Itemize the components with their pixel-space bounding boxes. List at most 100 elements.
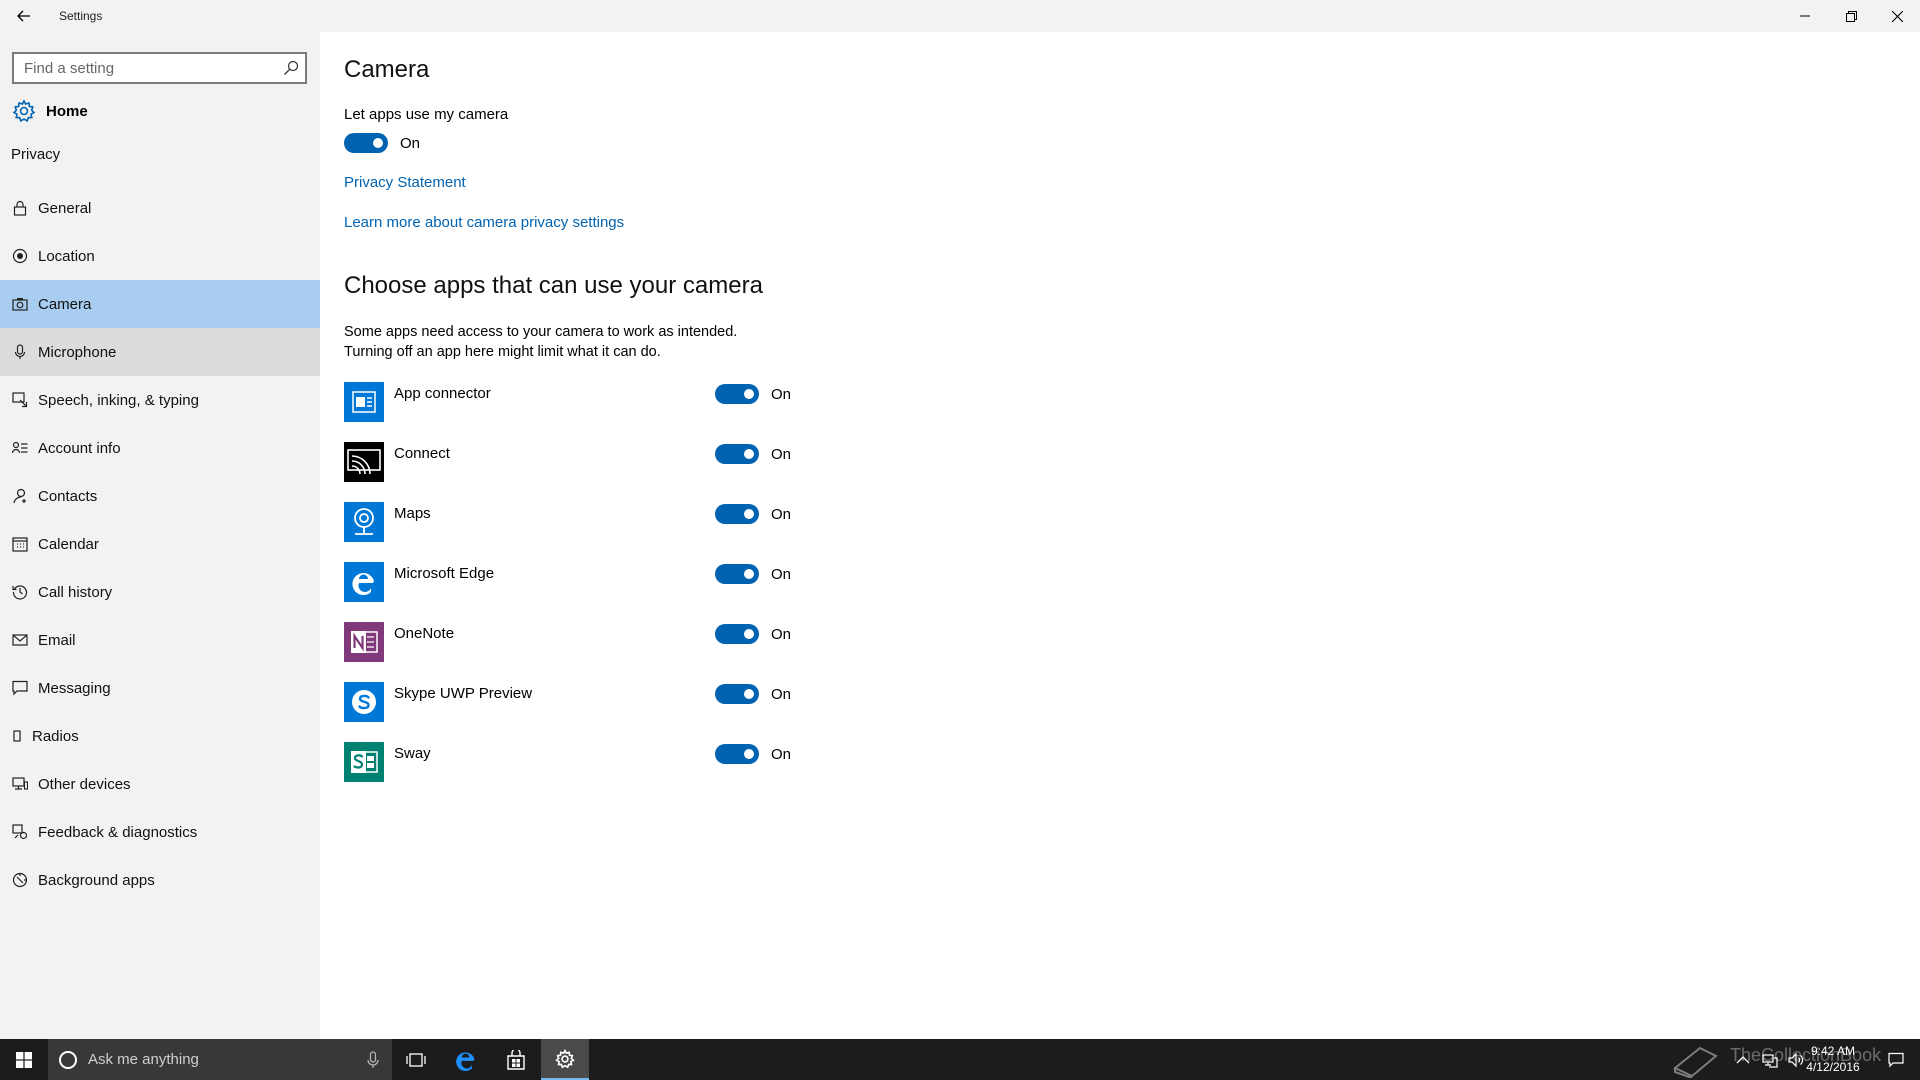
page-title: Camera xyxy=(344,56,430,83)
description-line: Turning off an app here might limit what… xyxy=(344,344,661,360)
sidebar-item-label: Camera xyxy=(38,295,92,313)
sidebar-item-microphone[interactable]: Microphone xyxy=(0,328,320,376)
find-setting-search xyxy=(12,52,307,84)
cortana-icon xyxy=(59,1051,77,1069)
sidebar-item-label: General xyxy=(38,199,92,217)
app-toggle[interactable] xyxy=(715,684,759,704)
home-link[interactable]: Home xyxy=(0,94,320,128)
app-toggle-row: On xyxy=(715,744,791,764)
microphone-icon[interactable] xyxy=(366,1051,380,1069)
sidebar-item-feedback[interactable]: Feedback & diagnostics xyxy=(0,808,320,856)
toggle-state: On xyxy=(771,625,792,643)
onenote-icon xyxy=(344,622,384,662)
window-title: Settings xyxy=(59,9,103,23)
app-connector-icon xyxy=(344,382,384,422)
app-name: Skype UWP Preview xyxy=(394,685,533,702)
description-line: Some apps need access to your camera to … xyxy=(344,324,738,340)
section-title-privacy: Privacy xyxy=(11,146,61,163)
app-name: Maps xyxy=(394,505,431,522)
find-setting-input[interactable] xyxy=(14,54,269,82)
sidebar-item-call-history[interactable]: Call history xyxy=(0,568,320,616)
sidebar-item-label: Messaging xyxy=(38,679,111,697)
master-toggle-row: On xyxy=(344,133,420,153)
microphone-icon xyxy=(14,344,26,359)
app-name: App connector xyxy=(394,385,491,402)
app-name: Connect xyxy=(394,445,450,462)
store-icon xyxy=(507,1049,525,1070)
account-info-icon xyxy=(12,441,28,454)
toggle-knob xyxy=(744,629,754,639)
app-toggle[interactable] xyxy=(715,504,759,524)
sidebar-item-speech[interactable]: Speech, inking, & typing xyxy=(0,376,320,424)
task-view-button[interactable] xyxy=(392,1039,440,1080)
sidebar-item-label: Call history xyxy=(38,583,113,601)
minimize-button[interactable] xyxy=(1782,0,1828,32)
close-button[interactable] xyxy=(1874,0,1920,32)
taskbar-clock[interactable]: 9:42 AM 4/12/2016 xyxy=(1790,1043,1876,1075)
privacy-statement-link[interactable]: Privacy Statement xyxy=(344,174,466,191)
toggle-knob xyxy=(744,569,754,579)
clock-date: 4/12/2016 xyxy=(1806,1060,1860,1074)
main-content: Camera Let apps use my camera On Privacy… xyxy=(320,32,1920,1039)
sidebar-item-label: Speech, inking, & typing xyxy=(38,391,199,409)
app-toggle[interactable] xyxy=(715,384,759,404)
sidebar-item-general[interactable]: General xyxy=(0,184,320,232)
app-row-edge: Microsoft Edge On xyxy=(344,562,844,602)
app-toggle[interactable] xyxy=(715,744,759,764)
title-bar: Settings xyxy=(0,0,1920,32)
sidebar-item-camera[interactable]: Camera xyxy=(0,280,320,328)
taskbar-store-button[interactable] xyxy=(492,1039,540,1080)
sidebar-item-contacts[interactable]: Contacts xyxy=(0,472,320,520)
action-center-button[interactable] xyxy=(1872,1039,1920,1080)
sidebar-item-label: Location xyxy=(38,247,95,265)
camera-master-toggle[interactable] xyxy=(344,133,388,153)
sidebar-item-label: Account info xyxy=(38,439,121,457)
sidebar-item-messaging[interactable]: Messaging xyxy=(0,664,320,712)
app-toggle[interactable] xyxy=(715,444,759,464)
sidebar-item-label: Email xyxy=(38,631,76,649)
cortana-search-input[interactable] xyxy=(88,1039,348,1080)
sidebar-item-background-apps[interactable]: Background apps xyxy=(0,856,320,904)
sidebar-item-email[interactable]: Email xyxy=(0,616,320,664)
cortana-search-box xyxy=(48,1039,392,1080)
app-toggle[interactable] xyxy=(715,624,759,644)
clock-time: 9:42 AM xyxy=(1810,1044,1856,1058)
network-icon[interactable] xyxy=(1762,1052,1778,1068)
sidebar-item-calendar[interactable]: Calendar xyxy=(0,520,320,568)
sidebar-item-radios[interactable]: Radios xyxy=(0,712,320,760)
sidebar-item-other-devices[interactable]: Other devices xyxy=(0,760,320,808)
app-toggle[interactable] xyxy=(715,564,759,584)
sidebar-item-label: Microphone xyxy=(38,343,117,361)
restore-icon xyxy=(1845,10,1857,22)
background-apps-icon xyxy=(12,872,28,888)
camera-icon xyxy=(12,298,28,311)
app-row-maps: Maps On xyxy=(344,502,844,542)
app-name: Sway xyxy=(394,745,431,762)
app-name: OneNote xyxy=(394,625,455,642)
taskbar-edge-button[interactable] xyxy=(442,1039,490,1080)
messaging-icon xyxy=(12,680,28,696)
toggle-knob xyxy=(744,449,754,459)
radios-icon xyxy=(13,730,21,742)
lock-icon xyxy=(13,200,27,216)
search-icon[interactable] xyxy=(283,60,299,76)
toggle-state: On xyxy=(400,134,421,152)
app-row-connect: Connect On xyxy=(344,442,844,482)
back-button[interactable] xyxy=(12,4,36,28)
taskbar-settings-button[interactable] xyxy=(541,1039,589,1080)
feedback-icon xyxy=(12,824,28,840)
home-label: Home xyxy=(46,102,88,120)
sidebar-item-label: Other devices xyxy=(38,775,131,793)
sidebar-item-location[interactable]: Location xyxy=(0,232,320,280)
learn-more-link[interactable]: Learn more about camera privacy settings xyxy=(344,214,624,231)
restore-button[interactable] xyxy=(1828,0,1874,32)
location-icon xyxy=(12,248,28,264)
start-button[interactable] xyxy=(0,1039,48,1080)
connect-icon xyxy=(344,442,384,482)
edge-icon xyxy=(456,1051,475,1071)
devices-icon xyxy=(12,777,28,790)
chevron-up-icon[interactable] xyxy=(1736,1055,1750,1065)
app-row-skype: Skype UWP Preview On xyxy=(344,682,844,722)
sidebar-item-account-info[interactable]: Account info xyxy=(0,424,320,472)
maps-icon xyxy=(344,502,384,542)
